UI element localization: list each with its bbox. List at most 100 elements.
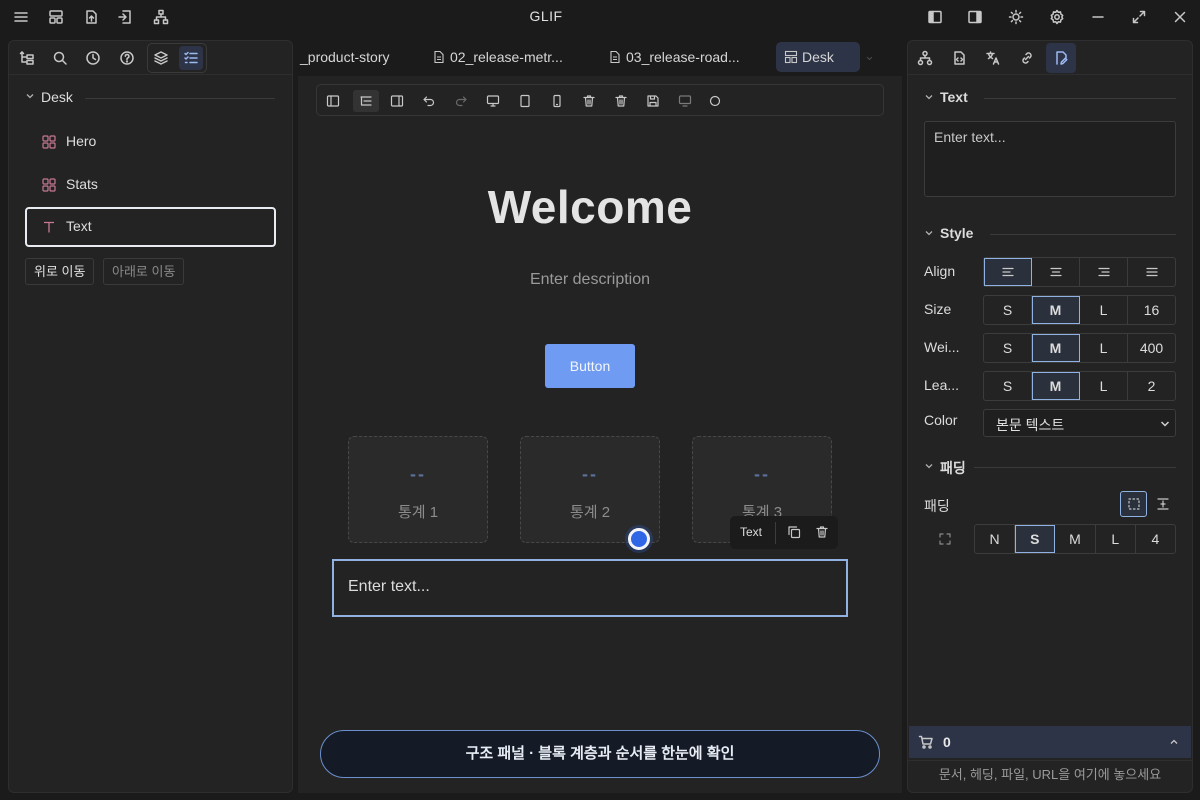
size-value[interactable]: 16 xyxy=(1128,296,1175,324)
tablet-preview-icon[interactable] xyxy=(514,90,536,112)
circle-icon[interactable] xyxy=(704,90,726,112)
sidebar-right-icon[interactable] xyxy=(386,90,408,112)
hierarchy-icon[interactable] xyxy=(910,43,940,73)
drop-zone-hint[interactable]: 문서, 헤딩, 파일, URL을 여기에 놓으세요 xyxy=(908,760,1192,792)
move-down-button[interactable]: 아래로 이동 xyxy=(103,258,185,285)
section-title: 패딩 xyxy=(940,460,966,476)
tree-item-label: Stats xyxy=(66,176,98,192)
chevron-down-icon xyxy=(925,95,933,100)
text-type-icon xyxy=(44,221,54,233)
padding-all-sides-icon[interactable] xyxy=(1120,491,1147,517)
size-option[interactable]: L xyxy=(1080,296,1128,324)
tab-release-metrics[interactable]: 02_release-metr... xyxy=(432,42,563,72)
file-tree-icon[interactable] xyxy=(15,46,39,70)
save-icon[interactable] xyxy=(642,90,664,112)
text-content-input[interactable]: Enter text... xyxy=(924,121,1176,197)
duplicate-icon[interactable] xyxy=(784,522,804,542)
padding-option[interactable]: M xyxy=(1055,525,1096,553)
settings-gear-icon[interactable] xyxy=(1046,6,1068,28)
cart-icon xyxy=(918,735,933,749)
align-center-icon[interactable] xyxy=(1032,258,1080,286)
tab-desk[interactable]: Desk xyxy=(776,42,860,72)
drag-handle[interactable] xyxy=(628,528,650,550)
align-right-icon[interactable] xyxy=(1080,258,1128,286)
delete-block-icon[interactable] xyxy=(812,522,832,542)
redo-icon[interactable] xyxy=(450,90,472,112)
minimize-icon[interactable] xyxy=(1087,6,1109,28)
size-option[interactable]: S xyxy=(984,296,1032,324)
weight-option[interactable]: L xyxy=(1080,334,1128,362)
stat-value: -- xyxy=(410,464,426,484)
padding-option[interactable]: S xyxy=(1015,525,1056,553)
leading-option[interactable]: M xyxy=(1032,372,1080,400)
divider xyxy=(990,234,1176,235)
leading-option[interactable]: S xyxy=(984,372,1032,400)
color-select-value: 본문 텍스트 xyxy=(996,417,1065,433)
stat-value: -- xyxy=(754,464,770,484)
text-section-header[interactable]: Text xyxy=(924,88,1176,108)
text-content-placeholder: Enter text... xyxy=(934,129,1006,145)
color-select[interactable]: 본문 텍스트 xyxy=(983,409,1176,437)
chevron-down-icon xyxy=(26,94,34,99)
padding-corners-icon xyxy=(939,533,951,545)
size-option[interactable]: M xyxy=(1032,296,1080,324)
mobile-preview-icon[interactable] xyxy=(546,90,568,112)
edit-document-icon[interactable] xyxy=(1046,43,1076,73)
theme-sun-icon[interactable] xyxy=(1005,6,1027,28)
tree-item-hero[interactable]: Hero xyxy=(25,122,276,162)
style-section-header[interactable]: Style xyxy=(924,224,1176,244)
padding-vertical-icon[interactable] xyxy=(1149,491,1176,517)
align-justify-icon[interactable] xyxy=(1128,258,1175,286)
stat-value: -- xyxy=(582,464,598,484)
leading-option[interactable]: L xyxy=(1080,372,1128,400)
tree-item-text[interactable]: Text xyxy=(25,207,276,247)
stat-card[interactable]: -- 통계 2 xyxy=(520,436,660,543)
tab-label: _product-story xyxy=(300,49,390,65)
undo-icon[interactable] xyxy=(418,90,440,112)
align-left-icon[interactable] xyxy=(984,258,1032,286)
translate-icon[interactable] xyxy=(978,43,1008,73)
weight-value[interactable]: 400 xyxy=(1128,334,1175,362)
help-icon[interactable] xyxy=(115,46,139,70)
padding-value[interactable]: 4 xyxy=(1136,525,1175,553)
file-code-icon[interactable] xyxy=(944,43,974,73)
link-icon[interactable] xyxy=(1012,43,1042,73)
hero-button[interactable]: Button xyxy=(545,344,635,388)
maximize-icon[interactable] xyxy=(1128,6,1150,28)
close-icon[interactable] xyxy=(1169,6,1191,28)
tree-root-label: Desk xyxy=(41,89,73,105)
tab-release-roadmap[interactable]: 03_release-road... xyxy=(608,42,740,72)
toggle-right-panel-icon[interactable] xyxy=(964,6,986,28)
tree-root[interactable]: Desk xyxy=(25,89,275,107)
search-icon[interactable] xyxy=(48,46,72,70)
weight-option[interactable]: S xyxy=(984,334,1032,362)
history-clock-icon[interactable] xyxy=(81,46,105,70)
toggle-left-panel-icon[interactable] xyxy=(924,6,946,28)
padding-option[interactable]: N xyxy=(975,525,1016,553)
delete-all-icon[interactable] xyxy=(610,90,632,112)
sidebar-left-icon[interactable] xyxy=(322,90,344,112)
outline-list-icon[interactable] xyxy=(179,46,203,70)
weight-option[interactable]: M xyxy=(1032,334,1080,362)
layers-icon[interactable] xyxy=(149,46,173,70)
text-block-content[interactable]: Enter text... xyxy=(348,578,430,596)
chevron-up-icon xyxy=(1170,739,1178,744)
padding-option[interactable]: L xyxy=(1096,525,1136,553)
delete-icon[interactable] xyxy=(578,90,600,112)
stat-card[interactable]: -- 통계 1 xyxy=(348,436,488,543)
leading-value[interactable]: 2 xyxy=(1128,372,1175,400)
hero-title[interactable]: Welcome xyxy=(298,180,882,234)
hero-description[interactable]: Enter description xyxy=(298,271,882,289)
move-up-button[interactable]: 위로 이동 xyxy=(25,258,95,285)
text-block[interactable]: Enter text... xyxy=(332,559,848,617)
outline-icon[interactable] xyxy=(353,90,379,112)
desktop-preview-icon[interactable] xyxy=(482,90,504,112)
monitor-icon[interactable] xyxy=(674,90,696,112)
chevron-down-icon xyxy=(925,231,933,236)
basket-bar[interactable]: 0 xyxy=(909,726,1191,758)
tree-item-stats[interactable]: Stats xyxy=(25,165,276,205)
tab-product-story[interactable]: _product-story xyxy=(300,42,389,72)
weight-label: Wei... xyxy=(924,339,960,355)
tab-overflow-chevron-icon[interactable]: ⌄ xyxy=(864,48,875,64)
padding-section-header[interactable]: 패딩 xyxy=(924,457,1176,477)
